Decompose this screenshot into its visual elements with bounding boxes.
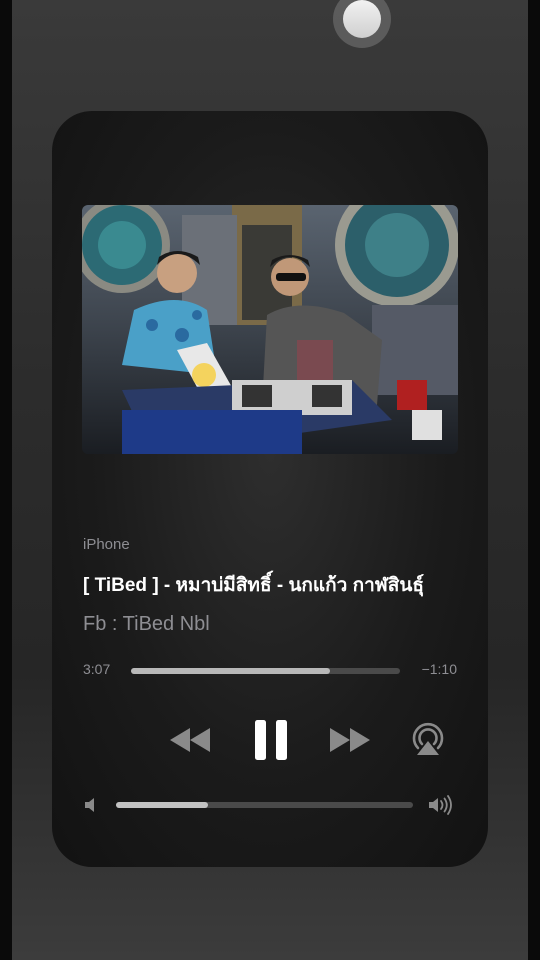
now-playing-card: iPhone [ TiBed ] - หมาบ่มีสิทธิ์ - นกแก้… [52, 111, 488, 867]
output-source-label: iPhone [83, 536, 130, 553]
assistive-touch-icon [343, 0, 381, 38]
elapsed-time: 3:07 [83, 661, 111, 677]
speaker-low-icon [83, 797, 99, 818]
airplay-button[interactable] [409, 721, 447, 762]
album-artwork [82, 205, 458, 454]
track-title: [ TiBed ] - หมาบ่มีสิทธิ์ - นกแก้ว กาฬสิ… [83, 575, 424, 596]
volume-slider[interactable] [116, 802, 413, 808]
airplay-icon [412, 722, 444, 755]
pause-button[interactable] [254, 719, 288, 766]
volume-fill [116, 802, 209, 808]
rewind-icon [170, 728, 210, 752]
pause-icon [255, 720, 287, 760]
remaining-time: −1:10 [421, 661, 457, 677]
fast-forward-button[interactable] [328, 727, 372, 758]
track-artist[interactable]: Fb : TiBed Nbl [83, 613, 210, 636]
progress-scrubber[interactable] [131, 668, 400, 674]
speaker-high-icon [428, 795, 456, 820]
progress-fill [131, 668, 331, 674]
rewind-button[interactable] [168, 727, 212, 758]
fast-forward-icon [330, 728, 370, 752]
